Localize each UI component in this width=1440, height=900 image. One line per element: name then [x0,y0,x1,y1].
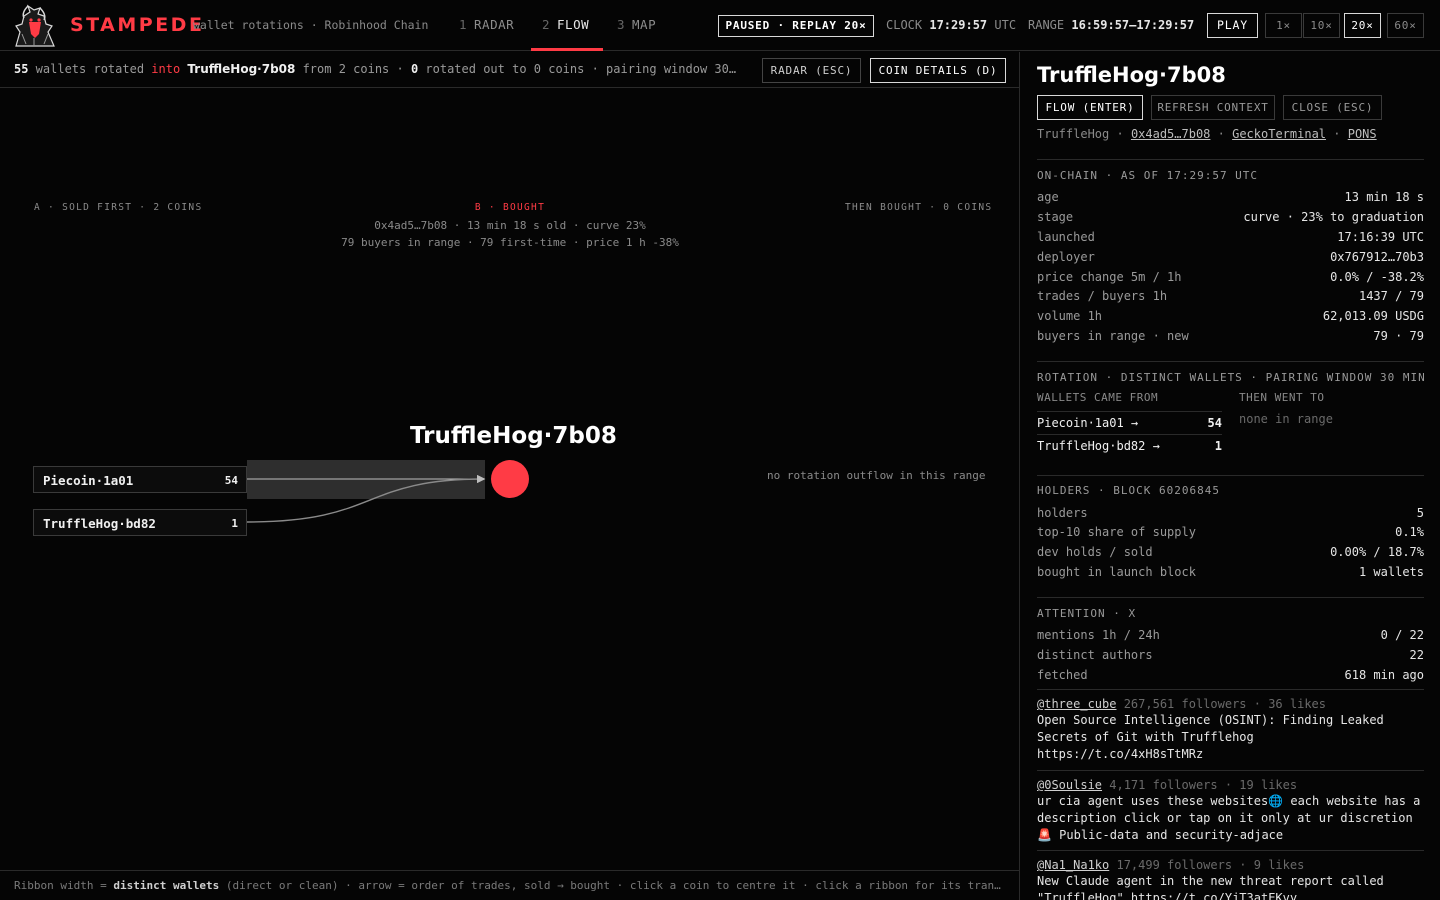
onchain-row-deployer: deployer 0x767912…70b3 [1037,250,1424,264]
playback-status-badge: PAUSED · REPLAY 20× [718,15,874,37]
went-to-none: none in range [1239,412,1333,426]
onchain-row-price-change: price change 5m / 1h 0.0% / -38.2% [1037,270,1424,284]
speed-10x-button[interactable]: 10× [1303,13,1340,38]
speed-20x-button[interactable]: 20× [1344,13,1381,38]
onchain-row-launched: launched 17:16:39 UTC [1037,230,1424,244]
tweet-author-link[interactable]: @Na1_Na1ko [1037,858,1109,872]
attention-row-fetched: fetched 618 min ago [1037,668,1424,682]
pons-link[interactable]: PONS [1348,127,1377,141]
tab-radar[interactable]: 1 RADAR [459,17,514,32]
geckoterminal-link[interactable]: GeckoTerminal [1232,127,1326,141]
center-coin-label[interactable]: TruffleHog·7b08 [410,423,617,449]
onchain-row-trades: trades / buyers 1h 1437 / 79 [1037,289,1424,303]
coin-details-panel: TruffleHog·7b08 FLOW (ENTER) REFRESH CON… [1020,52,1440,900]
section-divider [1037,159,1424,160]
rotation-row-piecoin[interactable]: Piecoin·1a01 → 54 [1037,411,1222,433]
tab-map[interactable]: 3 MAP [617,17,656,32]
source-coin-count: 54 [224,474,238,487]
holders-row-top10: top-10 share of supply 0.1% [1037,525,1424,539]
radar-esc-button[interactable]: RADAR (ESC) [762,58,861,83]
tab-flow[interactable]: 2 FLOW [542,17,589,32]
speed-60x-button[interactable]: 60× [1387,13,1424,38]
attention-row-mentions: mentions 1h / 24h 0 / 22 [1037,628,1424,642]
section-divider [1037,475,1424,476]
tweet-item: @0Soulsie 4,171 followers · 19 likes ur … [1037,778,1424,844]
source-coin-piecoin-1a01[interactable]: Piecoin·1a01 54 [33,466,247,493]
onchain-header: ON-CHAIN · AS OF 17:29:57 UTC [1037,169,1259,182]
coin-links-row: TruffleHog · 0x4ad5…7b08 · GeckoTerminal… [1037,127,1377,141]
speed-1x-button[interactable]: 1× [1265,13,1302,38]
tweet-author-link[interactable]: @three_cube [1037,697,1116,711]
source-coin-name: TruffleHog·bd82 [43,516,156,531]
coin-details-button[interactable]: COIN DETAILS (D) [870,58,1006,83]
rotation-summary-text: 55 wallets rotated into TruffleHog·7b08 … [14,62,742,76]
holders-row-launch-block: bought in launch block 1 wallets [1037,565,1424,579]
holders-row-holders: holders 5 [1037,506,1424,520]
range-readout: RANGE 16:59:57–17:29:57 [1028,18,1195,32]
attention-row-authors: distinct authors 22 [1037,648,1424,662]
section-divider [1037,361,1424,362]
tweet-divider [1037,850,1424,851]
tweet-item: @three_cube 267,561 followers · 36 likes… [1037,697,1424,763]
refresh-context-button[interactable]: REFRESH CONTEXT [1151,95,1275,120]
section-divider [1037,689,1424,690]
section-divider [1037,597,1424,598]
top-bar: STAMPEDE wallet rotations · Robinhood Ch… [0,0,1440,51]
rotation-row-trufflehog-bd82[interactable]: TruffleHog·bd82 → 1 [1037,434,1222,456]
active-tab-indicator [531,48,603,51]
went-to-header: THEN WENT TO [1239,391,1325,404]
onchain-row-volume: volume 1h 62,013.09 USDG [1037,309,1424,323]
no-outflow-message: no rotation outflow in this range [767,469,986,482]
came-from-header: WALLETS CAME FROM [1037,391,1159,404]
holders-row-dev: dev holds / sold 0.00% / 18.7% [1037,545,1424,559]
flow-enter-button[interactable]: FLOW (ENTER) [1037,95,1143,120]
rotation-summary-bar: 55 wallets rotated into TruffleHog·7b08 … [0,52,1020,88]
bull-logo-icon [15,4,55,47]
source-coin-count: 1 [231,517,238,530]
onchain-row-stage: stage curve · 23% to graduation [1037,210,1424,224]
onchain-row-age: age 13 min 18 s [1037,190,1424,204]
coin-name-text: TruffleHog [1037,127,1110,141]
tweet-item: @Na1_Na1ko 17,499 followers · 9 likes Ne… [1037,858,1424,900]
tweet-divider [1037,770,1424,771]
attention-header: ATTENTION · X [1037,607,1137,620]
source-coin-trufflehog-bd82[interactable]: TruffleHog·bd82 1 [33,509,247,536]
onchain-row-buyers: buyers in range · new 79 · 79 [1037,329,1424,343]
address-link[interactable]: 0x4ad5…7b08 [1131,127,1210,141]
panel-title: TruffleHog·7b08 [1037,63,1226,87]
clock-readout: CLOCK 17:29:57 UTC [886,18,1017,32]
play-button[interactable]: PLAY [1207,13,1258,38]
flow-canvas: A · SOLD FIRST · 2 COINS B · BOUGHT THEN… [0,89,1020,870]
tweet-author-link[interactable]: @0Soulsie [1037,778,1102,792]
app-subtitle: wallet rotations · Robinhood Chain [193,18,429,32]
holders-header: HOLDERS · BLOCK 60206845 [1037,484,1220,497]
tweet-text: New Claude agent in the new threat repor… [1037,874,1384,900]
legend-footer: Ribbon width = distinct wallets (direct … [0,870,1020,900]
center-coin-node[interactable] [491,460,529,498]
legend-text: Ribbon width = distinct wallets (direct … [14,879,1006,892]
brand-name: STAMPEDE [70,14,205,36]
tweet-text: Open Source Intelligence (OSINT): Findin… [1037,713,1384,761]
tweet-text: ur cia agent uses these websites🌐 each w… [1037,794,1421,842]
close-esc-button[interactable]: CLOSE (ESC) [1283,95,1382,120]
rotation-header: ROTATION · DISTINCT WALLETS · PAIRING WI… [1037,371,1426,384]
source-coin-name: Piecoin·1a01 [43,473,134,488]
